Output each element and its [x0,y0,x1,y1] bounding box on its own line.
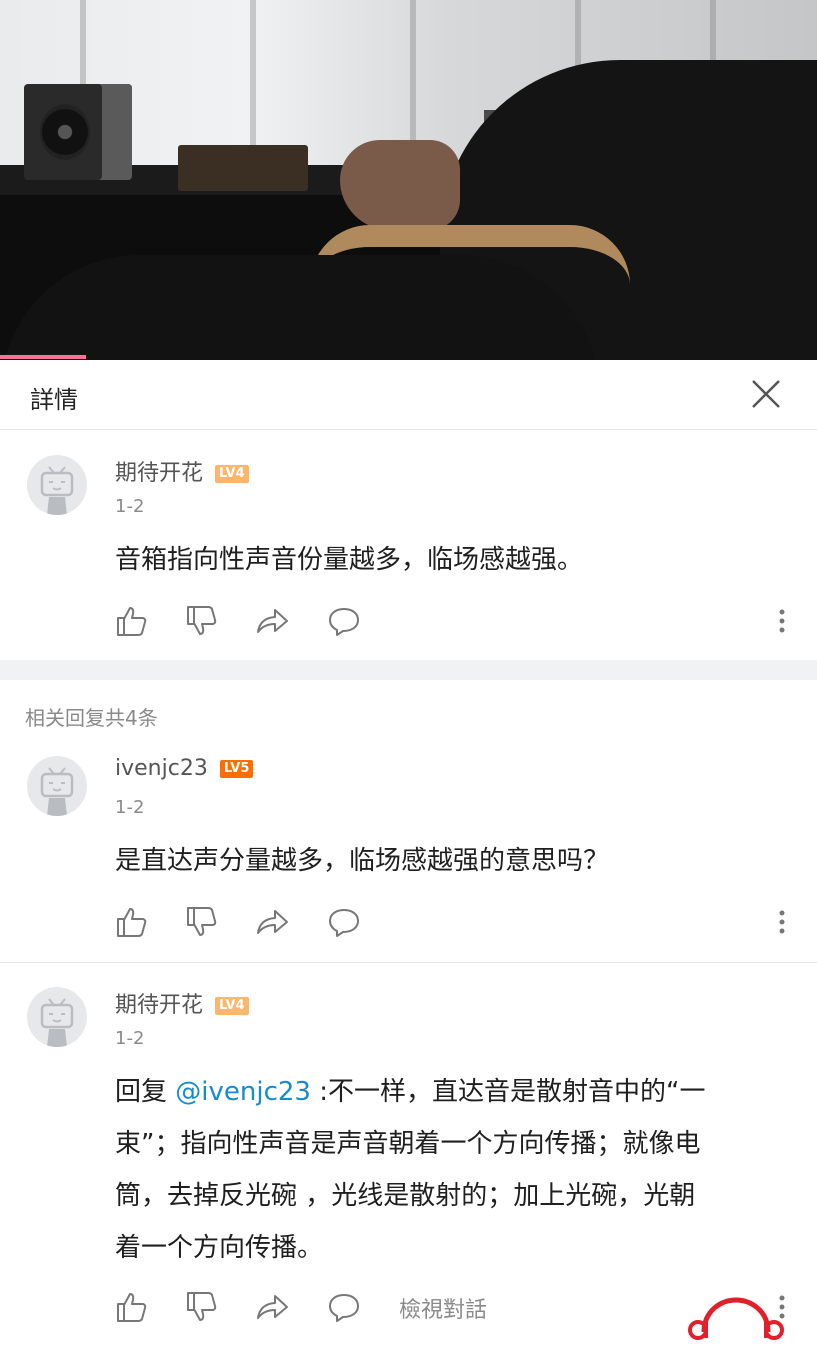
avatar[interactable] [27,756,87,816]
share-icon[interactable] [255,905,289,939]
reply-icon[interactable] [327,1290,361,1324]
like-icon[interactable] [115,905,149,939]
comment-line-text: :不一样，直达音是散射音中的“一 [310,1077,706,1107]
comment-line: 回复 @ivenjc23 :不一样，直达音是散射音中的“一 [115,1066,795,1118]
comment-text: 音箱指向性声音份量越多，临场感越强。 [115,545,584,575]
comment-line: 筒，去掉反光碗 ，光线是散射的；加上光碗，光朝 [115,1181,696,1211]
video-speaker-left [24,84,132,180]
headphones-logo-icon [688,1297,784,1340]
tv-avatar-icon [40,466,74,515]
section-gap [0,660,817,680]
tv-avatar-icon [40,767,74,816]
comment-text: 是直达声分量越多，临场感越强的意思吗？ [115,846,610,876]
share-icon[interactable] [255,1290,289,1324]
avatar[interactable] [27,455,87,515]
reply-icon[interactable] [327,604,361,638]
comment-actions [115,604,805,640]
reply-count: 相关回复共4条 [25,706,158,730]
avatar[interactable] [27,987,87,1047]
like-icon[interactable] [115,604,149,638]
dislike-icon[interactable] [185,1290,219,1324]
details-header: 詳情 [0,360,817,430]
video-box [178,145,308,191]
username-text[interactable]: 期待开花 [115,461,203,486]
comment-line: 束”；指向性声音是声音朝着一个方向传播；就像电 [115,1129,701,1159]
comment-date: 1-2 [115,1028,145,1049]
video-player[interactable] [0,0,817,360]
comment-date: 1-2 [115,496,145,517]
more-icon[interactable] [775,604,789,638]
more-icon[interactable] [775,905,789,939]
comment-date: 1-2 [115,797,145,818]
page-title: 詳情 [30,386,78,414]
username[interactable]: 期待开花 LV4 [115,455,249,487]
video-lap [0,255,600,360]
video-hand [340,140,460,230]
divider [0,962,817,963]
dislike-icon[interactable] [185,604,219,638]
comment-text: 回复 @ivenjc23 :不一样，直达音是散射音中的“一 束”；指向性声音是声… [115,1066,795,1274]
video-progress-bar[interactable] [0,355,86,359]
dislike-icon[interactable] [185,905,219,939]
mention-link[interactable]: @ivenjc23 [175,1077,311,1107]
username-text[interactable]: ivenjc23 [115,756,208,781]
username[interactable]: 期待开花 LV4 [115,987,249,1019]
comment-line: 着一个方向传播。 [115,1233,324,1263]
reply-icon[interactable] [327,905,361,939]
level-badge: LV5 [219,760,254,778]
reply-prefix: 回复 [115,1077,176,1107]
view-conversation-link[interactable]: 檢視對話 [399,1292,487,1324]
comment-actions [115,905,805,941]
level-badge: LV4 [215,997,249,1015]
level-badge: LV4 [215,465,249,483]
like-icon[interactable] [115,1290,149,1324]
share-icon[interactable] [255,604,289,638]
close-icon[interactable] [748,376,784,412]
username-text[interactable]: 期待开花 [115,993,203,1018]
tv-avatar-icon [40,998,74,1047]
username[interactable]: ivenjc23 LV5 [115,756,254,781]
